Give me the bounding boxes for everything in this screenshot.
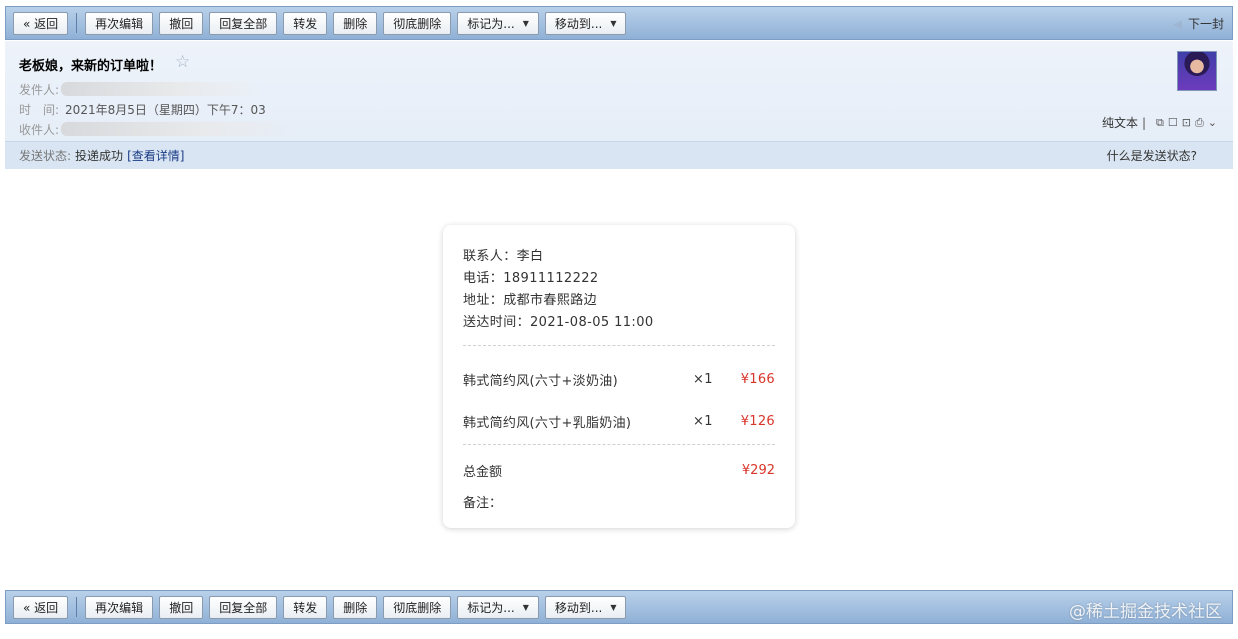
order-card: 联系人：李白 电话：18911112222 地址：成都市春熙路边 送达时间：20… [443,225,795,528]
edit-again-button[interactable]: 再次编辑 [85,11,154,35]
plain-text-link[interactable]: 纯文本 [1102,114,1138,131]
forward-button[interactable]: 转发 [283,595,328,619]
phone-line: 电话：18911112222 [463,271,599,286]
delete-forever-button[interactable]: 彻底删除 [383,11,452,35]
chevron-down-icon: ▼ [522,602,529,612]
save-icon[interactable]: ⊡ [1182,116,1191,129]
order-item: 韩式简约风(六寸+淡奶油) ×1 ¥166 [463,358,775,400]
mail-nav: ◀ 下一封 [1173,15,1224,32]
divider: | [1141,115,1147,130]
avatar[interactable] [1177,51,1217,91]
dashed-divider [463,345,775,346]
total-label: 总金额 [463,464,503,480]
fullscreen-icon[interactable]: ☐ [1168,116,1178,129]
sender-redacted [61,82,262,96]
next-mail-link[interactable]: 下一封 [1188,15,1224,32]
chevron-down-icon: ▼ [610,602,617,612]
bottom-toolbar: « 返回 再次编辑 撤回 回复全部 转发 删除 彻底删除 标记为... ▼ 移动到… [5,590,1233,624]
mark-as-dropdown[interactable]: 标记为... ▼ [457,11,539,35]
mail-subject: 老板娘，来新的订单啦！ [19,59,163,74]
order-item: 韩式简约风(六寸+乳脂奶油) ×1 ¥126 [463,400,775,442]
move-to-dropdown[interactable]: 移动到... ▼ [544,11,627,35]
mail-view: « 返回 再次编辑 撤回 回复全部 转发 删除 彻底删除 标记为... ▼ 移动到… [0,0,1238,639]
sender-label: 发件人: [19,83,60,97]
item-price: ¥166 [740,371,775,387]
status-label: 发送状态: [19,149,72,163]
time-row: 时 间: 2021年8月5日（星期四）下午7：03 [19,101,266,118]
contact-line: 联系人：李白 [463,249,544,264]
total-row: 总金额 ¥292 [463,457,775,483]
chevron-down-icon[interactable]: ⌄ [1208,116,1217,129]
recipient-redacted [61,122,302,136]
recall-button[interactable]: 撤回 [159,11,204,35]
forward-button[interactable]: 转发 [283,11,328,35]
remark-line: 备注： [463,496,503,511]
status-help-link[interactable]: 什么是发送状态? [1107,147,1197,164]
delete-button[interactable]: 删除 [333,595,378,619]
mark-as-dropdown[interactable]: 标记为... ▼ [457,595,539,619]
chevron-down-icon: ▼ [522,18,529,28]
reply-all-button[interactable]: 回复全部 [209,595,278,619]
delivery-time-line: 送达时间：2021-08-05 11:00 [463,315,654,330]
view-tools: 纯文本 | ⧉ ☐ ⊡ ⎙ ⌄ [1102,114,1217,131]
delete-button[interactable]: 删除 [333,11,378,35]
toolbar-divider [76,13,78,33]
status-value: 投递成功 [75,149,124,163]
move-to-dropdown[interactable]: 移动到... ▼ [544,595,627,619]
edit-again-button[interactable]: 再次编辑 [85,595,154,619]
toolbar-divider [76,597,78,617]
new-window-icon[interactable]: ⧉ [1156,116,1164,130]
item-qty: ×1 [693,413,713,429]
watermark-text: @稀土掘金技术社区 [1069,602,1222,622]
back-button[interactable]: « 返回 [13,595,69,619]
star-icon[interactable]: ☆ [175,52,190,72]
top-toolbar: « 返回 再次编辑 撤回 回复全部 转发 删除 彻底删除 标记为... ▼ 移动到… [5,6,1233,40]
back-button[interactable]: « 返回 [13,11,69,35]
print-icon[interactable]: ⎙ [1195,116,1204,130]
reply-all-button[interactable]: 回复全部 [209,11,278,35]
recall-button[interactable]: 撤回 [159,595,204,619]
recipient-label: 收件人: [19,123,60,137]
chevron-down-icon: ▼ [610,18,617,28]
sender-row: 发件人: [19,81,262,98]
address-line: 地址：成都市春熙路边 [463,293,598,308]
dashed-divider [463,444,775,445]
recipient-row: 收件人: [19,121,302,138]
item-qty: ×1 [693,371,713,387]
item-price: ¥126 [740,413,775,429]
time-value: 2021年8月5日（星期四）下午7：03 [65,103,266,117]
previous-arrow-icon[interactable]: ◀ [1173,17,1182,31]
status-details-link[interactable]: [查看详情] [127,147,184,164]
delete-forever-button[interactable]: 彻底删除 [383,595,452,619]
item-name: 韩式简约风(六寸+淡奶油) [463,373,618,389]
item-name: 韩式简约风(六寸+乳脂奶油) [463,415,632,431]
time-label: 时 间: [19,103,60,117]
delivery-status-bar: 发送状态: 投递成功 [查看详情] 什么是发送状态? [5,141,1233,169]
total-value: ¥292 [741,462,775,478]
